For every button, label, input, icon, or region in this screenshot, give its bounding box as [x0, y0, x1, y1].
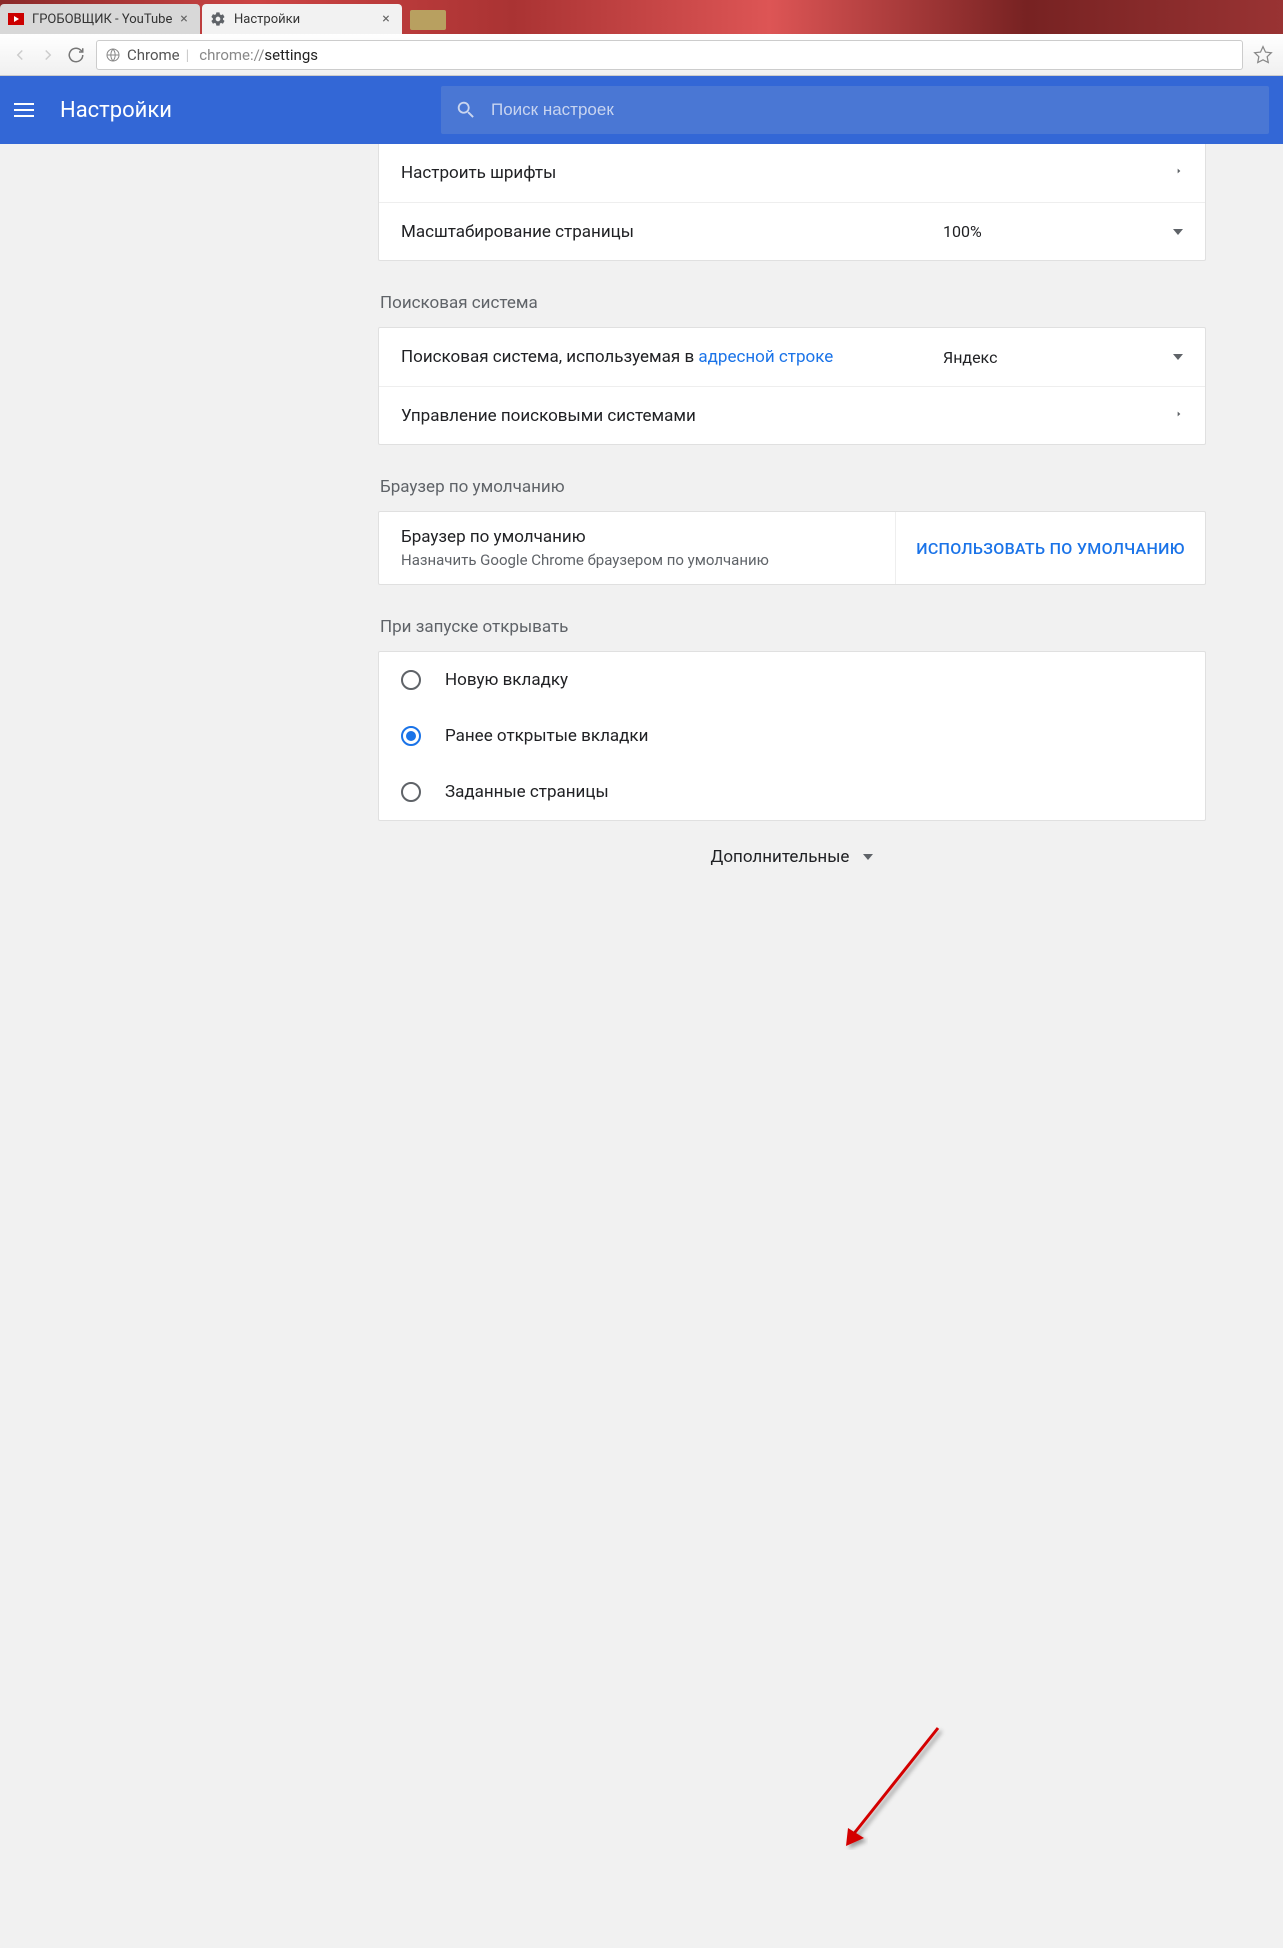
section-title-default-browser: Браузер по умолчанию: [378, 477, 1206, 497]
row-label: Управление поисковыми системами: [401, 406, 1175, 426]
manage-search-engines-row[interactable]: Управление поисковыми системами: [379, 386, 1205, 444]
reload-button[interactable]: [62, 41, 90, 69]
on-startup-card: Новую вкладку Ранее открытые вкладки Зад…: [378, 651, 1206, 821]
search-engine-card: Поисковая система, используемая в адресн…: [378, 327, 1206, 445]
radio-label: Заданные страницы: [445, 782, 609, 802]
tab-title: Настройки: [234, 12, 378, 27]
search-icon: [455, 99, 477, 121]
close-icon[interactable]: ×: [176, 11, 192, 27]
make-default-button[interactable]: ИСПОЛЬЗОВАТЬ ПО УМОЛЧАНИЮ: [895, 512, 1205, 584]
search-input[interactable]: [491, 100, 1255, 120]
advanced-label: Дополнительные: [711, 847, 850, 867]
section-title-on-startup: При запуске открывать: [378, 617, 1206, 637]
startup-option-continue[interactable]: Ранее открытые вкладки: [379, 708, 1205, 764]
advanced-toggle[interactable]: Дополнительные: [378, 821, 1206, 877]
security-chip: Chrome |: [105, 46, 195, 64]
dropdown-value: Яндекс: [943, 348, 997, 367]
menu-icon[interactable]: [14, 96, 42, 124]
default-browser-row: Браузер по умолчанию Назначить Google Ch…: [379, 512, 1205, 584]
startup-option-specific[interactable]: Заданные страницы: [379, 764, 1205, 820]
close-icon[interactable]: ×: [378, 11, 394, 27]
back-button[interactable]: [6, 41, 34, 69]
radio-icon: [401, 726, 421, 746]
appearance-card: Настроить шрифты Масштабирование страниц…: [378, 144, 1206, 261]
settings-search[interactable]: [441, 86, 1269, 134]
browser-tabstrip: ГРОБОВЩИК - YouTube × Настройки ×: [0, 0, 1283, 34]
page-title: Настройки: [60, 98, 172, 123]
browser-toolbar: Chrome | chrome://settings: [0, 34, 1283, 76]
row-text: Поисковая система, используемая в: [401, 347, 698, 367]
row-title: Браузер по умолчанию: [401, 527, 873, 547]
default-browser-card: Браузер по умолчанию Назначить Google Ch…: [378, 511, 1206, 585]
chevron-right-icon: [1175, 164, 1183, 182]
search-engine-row: Поисковая система, используемая в адресн…: [379, 328, 1205, 386]
page-zoom-row: Масштабирование страницы 100%: [379, 202, 1205, 260]
chevron-right-icon: [1175, 407, 1183, 425]
row-label: Настроить шрифты: [401, 163, 1175, 183]
radio-icon: [401, 670, 421, 690]
youtube-icon: [8, 11, 24, 27]
annotation-arrow: [0, 974, 1283, 1948]
radio-label: Новую вкладку: [445, 670, 568, 690]
row-subtitle: Назначить Google Chrome браузером по умо…: [401, 551, 873, 569]
dropdown-value: 100%: [943, 222, 982, 241]
url-path: settings: [264, 46, 318, 64]
chevron-down-icon: [1173, 354, 1183, 360]
forward-button[interactable]: [34, 41, 62, 69]
row-label: Поисковая система, используемая в адресн…: [401, 347, 943, 367]
chevron-down-icon: [863, 854, 873, 860]
search-engine-dropdown[interactable]: Яндекс: [943, 348, 1183, 367]
page-zoom-dropdown[interactable]: 100%: [943, 222, 1183, 241]
tab-settings[interactable]: Настройки ×: [202, 4, 402, 34]
address-bar[interactable]: Chrome | chrome://settings: [96, 40, 1243, 70]
new-tab-button[interactable]: [410, 10, 446, 30]
url-scheme: chrome://: [199, 46, 264, 64]
settings-header: Настройки: [0, 76, 1283, 144]
chip-label: Chrome: [127, 46, 180, 64]
radio-label: Ранее открытые вкладки: [445, 726, 648, 746]
settings-content: Настроить шрифты Масштабирование страниц…: [0, 144, 1283, 974]
address-bar-link[interactable]: адресной строке: [698, 347, 833, 367]
tab-title: ГРОБОВЩИК - YouTube: [32, 12, 176, 27]
row-label: Масштабирование страницы: [401, 222, 943, 242]
radio-icon: [401, 782, 421, 802]
startup-option-newtab[interactable]: Новую вкладку: [379, 652, 1205, 708]
tab-youtube[interactable]: ГРОБОВЩИК - YouTube ×: [0, 4, 200, 34]
section-title-search-engine: Поисковая система: [378, 293, 1206, 313]
chevron-down-icon: [1173, 229, 1183, 235]
customize-fonts-row[interactable]: Настроить шрифты: [379, 144, 1205, 202]
gear-icon: [210, 11, 226, 27]
bookmark-star-icon[interactable]: [1249, 41, 1277, 69]
